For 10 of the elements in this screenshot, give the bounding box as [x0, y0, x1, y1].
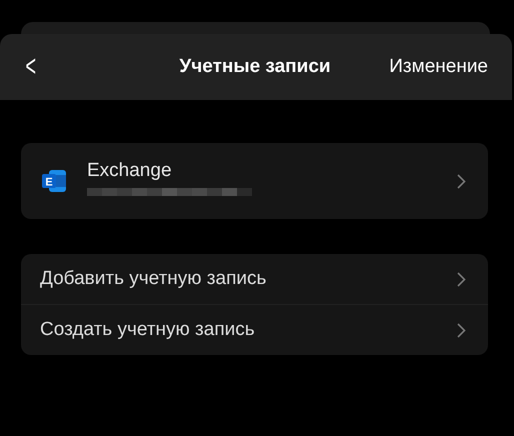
chevron-icon [457, 174, 466, 188]
menu-item[interactable]: Добавить учетную запись [21, 254, 488, 304]
page-title: Учетные записи [179, 56, 331, 78]
chevron-icon [457, 322, 466, 338]
account-item[interactable]: E Exchange [21, 143, 488, 219]
back-button[interactable]: < [26, 52, 36, 82]
menu-item[interactable]: Создать учетную запись [21, 304, 488, 355]
edit-button[interactable]: Изменение [389, 56, 488, 78]
chevron-icon [457, 272, 466, 286]
account-name: Exchange [87, 160, 173, 182]
